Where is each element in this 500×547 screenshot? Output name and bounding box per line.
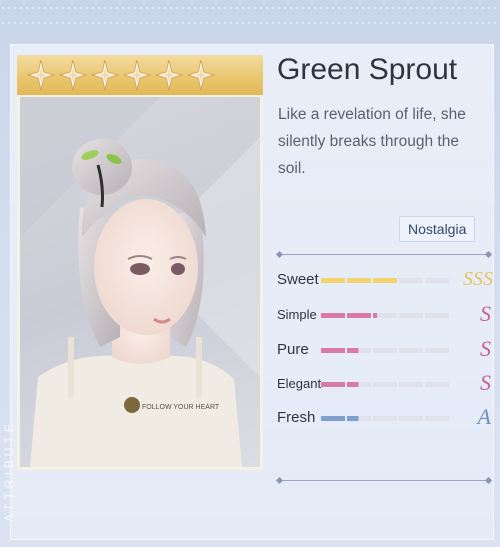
decor-dots-bottom <box>0 22 500 24</box>
attribute-bar <box>321 382 451 387</box>
bar-segment <box>425 382 449 387</box>
star-icon <box>27 59 55 91</box>
style-tag[interactable]: Nostalgia <box>399 216 476 242</box>
bar-segment <box>425 278 449 283</box>
portrait-art: FOLLOW YOUR HEART <box>20 97 260 467</box>
bar-segment <box>347 416 371 421</box>
attribute-name: Pure <box>277 341 309 358</box>
item-title: Green Sprout <box>277 53 458 86</box>
attribute-grade: A <box>477 404 491 429</box>
star-icon <box>123 59 151 91</box>
attribute-name: Elegant <box>277 376 322 391</box>
bar-segment <box>321 416 345 421</box>
attribute-name: Sweet <box>277 271 319 288</box>
character-portrait: FOLLOW YOUR HEART <box>20 97 260 467</box>
bar-segment <box>373 313 397 318</box>
bar-segment <box>321 382 345 387</box>
attribute-name: Simple <box>277 307 317 322</box>
attribute-bar <box>321 278 451 283</box>
bar-segment <box>347 382 371 387</box>
bar-segment <box>321 278 345 283</box>
bar-segment <box>321 313 345 318</box>
star-icon <box>91 59 119 91</box>
bar-segment <box>347 313 371 318</box>
attribute-grade: S <box>480 301 491 326</box>
attribute-elegant: Elegant S <box>277 370 492 396</box>
attribute-bar <box>321 416 451 421</box>
rarity-stars <box>27 59 215 91</box>
attribute-bar <box>321 348 451 353</box>
attribute-grade: S <box>480 336 491 361</box>
rarity-header <box>17 55 263 95</box>
bar-segment <box>373 416 397 421</box>
bar-segment <box>399 313 423 318</box>
attribute-grade: S <box>480 370 491 395</box>
bar-segment <box>399 382 423 387</box>
bar-segment <box>347 278 371 283</box>
item-card[interactable]: FOLLOW YOUR HEART <box>17 55 263 470</box>
bar-segment <box>373 382 397 387</box>
attribute-bar <box>321 313 451 318</box>
bar-segment <box>399 278 423 283</box>
bar-segment <box>373 348 397 353</box>
attribute-grade: SSS <box>463 268 493 290</box>
bar-segment <box>373 278 397 283</box>
bar-segment <box>347 348 371 353</box>
divider-top <box>279 254 489 255</box>
bar-segment <box>425 416 449 421</box>
attribute-fresh: Fresh A <box>277 404 492 430</box>
decor-dots-top <box>0 7 500 9</box>
bar-segment <box>321 348 345 353</box>
item-description: Like a revelation of life, she silently … <box>278 106 466 177</box>
divider-bottom <box>279 480 489 481</box>
attribute-name: Fresh <box>277 409 316 426</box>
bar-segment <box>399 348 423 353</box>
bar-segment <box>425 348 449 353</box>
attribute-simple: Simple S <box>277 301 492 327</box>
attribute-pure: Pure S <box>277 336 492 362</box>
star-icon <box>59 59 87 91</box>
attribute-sweet: Sweet SSS <box>277 268 493 292</box>
bar-segment <box>425 313 449 318</box>
star-icon <box>155 59 183 91</box>
bar-segment <box>399 416 423 421</box>
star-icon <box>187 59 215 91</box>
shirt-print: FOLLOW YOUR HEART <box>142 404 220 411</box>
